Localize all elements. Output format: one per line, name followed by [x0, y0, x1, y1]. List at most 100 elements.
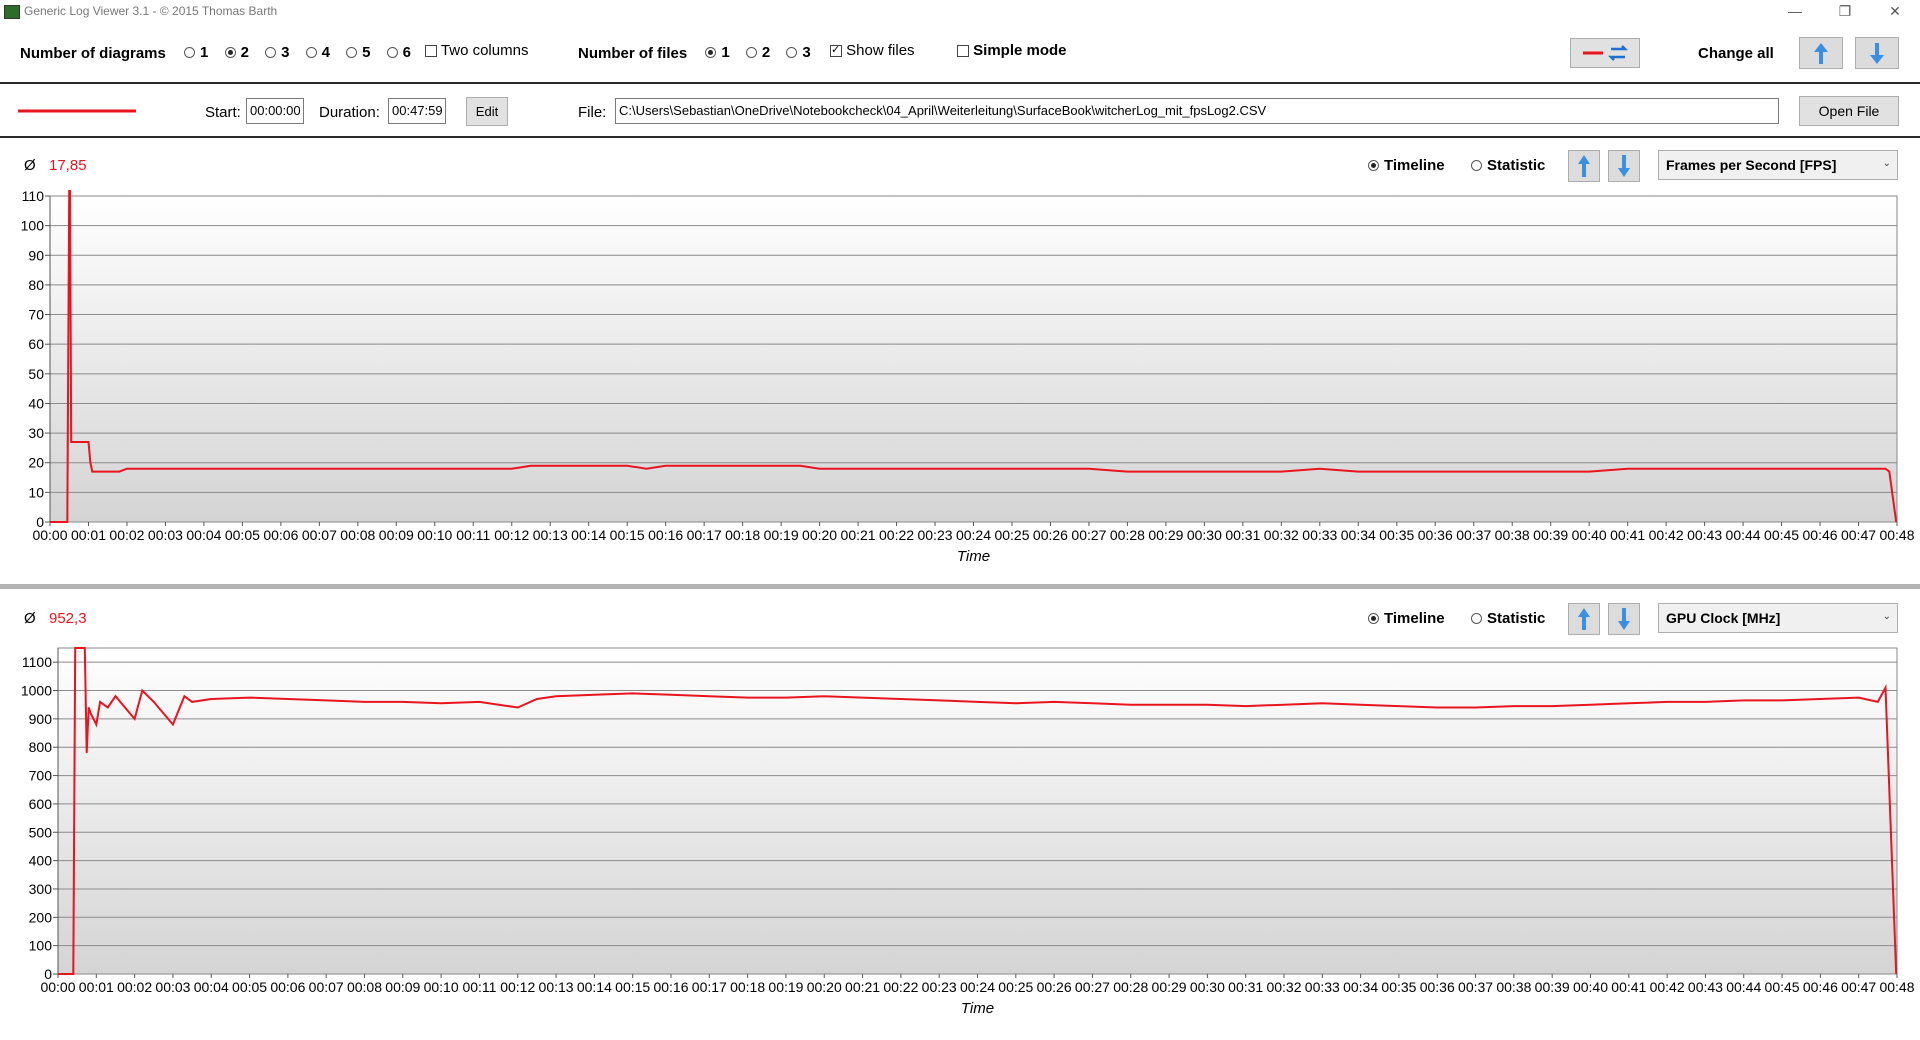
- x-tick-label: 00:20: [807, 979, 842, 995]
- x-tick-label: 00:05: [225, 527, 260, 543]
- diagram-option-1[interactable]: 1: [184, 44, 208, 61]
- minimize-button[interactable]: —: [1772, 0, 1818, 24]
- radio-selected-icon: [224, 47, 236, 58]
- x-tick-label: 00:01: [79, 979, 114, 995]
- diagram-count-group: Number of diagrams 1 2 3 4 5 6: [20, 44, 423, 62]
- toggle-line-button[interactable]: [1570, 38, 1640, 68]
- y-tick-label: 1000: [21, 683, 52, 699]
- x-tick-label: 00:06: [270, 979, 305, 995]
- radio-icon: [786, 47, 798, 58]
- radio-icon: [184, 47, 196, 58]
- restore-button[interactable]: ❐: [1822, 0, 1868, 24]
- x-tick-label: 00:04: [186, 527, 221, 543]
- x-tick-label: 00:12: [500, 979, 535, 995]
- simple-mode-checkbox[interactable]: Simple mode: [957, 42, 1067, 59]
- file-option-3[interactable]: 3: [786, 44, 811, 61]
- window-title: Generic Log Viewer 3.1 - © 2015 Thomas B…: [24, 4, 278, 18]
- chart2-metric-select[interactable]: GPU Clock [MHz] ⌄: [1658, 603, 1898, 633]
- open-file-button[interactable]: Open File: [1799, 96, 1899, 126]
- x-tick-label: 00:40: [1573, 979, 1608, 995]
- chart2-move-down-button[interactable]: [1608, 603, 1640, 635]
- x-tick-label: 00:12: [494, 527, 529, 543]
- x-tick-label: 00:47: [1841, 527, 1876, 543]
- edit-button[interactable]: Edit: [466, 97, 508, 126]
- chart1-move-down-button[interactable]: [1608, 150, 1640, 182]
- x-tick-label: 00:24: [956, 527, 991, 543]
- chart1-move-up-button[interactable]: [1568, 150, 1600, 182]
- two-columns-checkbox[interactable]: Two columns: [425, 42, 528, 59]
- y-tick-label: 30: [28, 425, 44, 441]
- x-tick-label: 00:23: [917, 527, 952, 543]
- diagram-option-2[interactable]: 2: [224, 44, 249, 61]
- move-down-all-button[interactable]: [1855, 37, 1899, 69]
- move-up-all-button[interactable]: [1799, 37, 1843, 69]
- y-tick-label: 40: [28, 395, 44, 411]
- chevron-down-icon: ⌄: [1882, 611, 1891, 622]
- radio-icon: [386, 47, 398, 58]
- x-tick-label: 00:39: [1533, 527, 1568, 543]
- x-tick-label: 00:09: [385, 979, 420, 995]
- x-tick-label: 00:26: [1037, 979, 1072, 995]
- x-tick-label: 00:36: [1420, 979, 1455, 995]
- radio-icon: [1471, 613, 1482, 624]
- x-tick-label: 00:31: [1225, 527, 1260, 543]
- x-tick-label: 00:22: [883, 979, 918, 995]
- y-tick-label: 300: [29, 881, 53, 897]
- x-tick-label: 00:46: [1803, 527, 1838, 543]
- x-tick-label: 00:34: [1343, 979, 1378, 995]
- radio-selected-icon: [1368, 160, 1379, 171]
- x-tick-label: 00:10: [424, 979, 459, 995]
- chart1-metric-select[interactable]: Frames per Second [FPS] ⌄: [1658, 150, 1898, 180]
- arrow-up-icon: [1578, 155, 1590, 177]
- x-tick-label: 00:10: [417, 527, 452, 543]
- close-button[interactable]: ✕: [1872, 0, 1918, 24]
- x-tick-label: 00:25: [994, 527, 1029, 543]
- chart2-timeline-radio[interactable]: Timeline: [1368, 610, 1445, 627]
- y-tick-label: 50: [28, 366, 44, 382]
- x-tick-label: 00:34: [1341, 527, 1376, 543]
- x-tick-label: 00:43: [1688, 979, 1723, 995]
- x-tick-label: 00:11: [462, 979, 496, 995]
- x-tick-label: 00:13: [533, 527, 568, 543]
- duration-input[interactable]: 00:47:59: [388, 98, 446, 124]
- x-tick-label: 00:45: [1765, 979, 1800, 995]
- x-tick-label: 00:04: [194, 979, 229, 995]
- radio-icon: [1471, 160, 1482, 171]
- chart1-statistic-radio[interactable]: Statistic: [1471, 157, 1545, 174]
- x-tick-label: 00:36: [1418, 527, 1453, 543]
- x-tick-label: 00:14: [577, 979, 612, 995]
- x-tick-label: 00:22: [879, 527, 914, 543]
- chart2-plot: 01002003004005006007008009001000110000:0…: [21, 647, 1915, 1017]
- x-tick-label: 00:16: [648, 527, 683, 543]
- x-tick-label: 00:09: [379, 527, 414, 543]
- chart-splitter[interactable]: [0, 584, 1920, 589]
- diagram-option-5[interactable]: 5: [346, 44, 370, 61]
- diagram-option-6[interactable]: 6: [386, 44, 411, 61]
- file-option-1[interactable]: 1: [705, 44, 730, 61]
- chart1-timeline-radio[interactable]: Timeline: [1368, 157, 1445, 174]
- plot-area: [49, 195, 1898, 523]
- x-tick-label: 00:01: [71, 527, 106, 543]
- show-files-checkbox[interactable]: Show files: [830, 42, 915, 59]
- chart1-plot: 010203040506070809010011000:00 00:01 00:02…: [21, 190, 1915, 565]
- diagram-option-3[interactable]: 3: [265, 44, 289, 61]
- start-input[interactable]: 00:00:00: [246, 98, 304, 124]
- radio-selected-icon: [705, 47, 717, 58]
- x-tick-label: 00:35: [1381, 979, 1416, 995]
- diagram-option-4[interactable]: 4: [305, 44, 330, 61]
- file-count-group: Number of files 1 2 3: [578, 44, 823, 62]
- number-of-files-label: Number of files: [578, 45, 688, 62]
- y-tick-label: 800: [29, 739, 53, 755]
- checkbox-icon: [957, 45, 969, 58]
- x-tick-label: 00:28: [1113, 979, 1148, 995]
- chart2-statistic-radio[interactable]: Statistic: [1471, 610, 1545, 627]
- chart2-move-up-button[interactable]: [1568, 603, 1600, 635]
- x-tick-label: 00:30: [1187, 527, 1222, 543]
- x-tick-label: 00:35: [1379, 527, 1414, 543]
- file-option-2[interactable]: 2: [745, 44, 770, 61]
- app-icon: [4, 5, 20, 19]
- x-tick-label: 00:48: [1879, 979, 1914, 995]
- file-path-input[interactable]: C:\Users\Sebastian\OneDrive\Notebookchec…: [615, 98, 1779, 124]
- x-tick-label: 00:11: [456, 527, 490, 543]
- x-tick-label: 00:45: [1764, 527, 1799, 543]
